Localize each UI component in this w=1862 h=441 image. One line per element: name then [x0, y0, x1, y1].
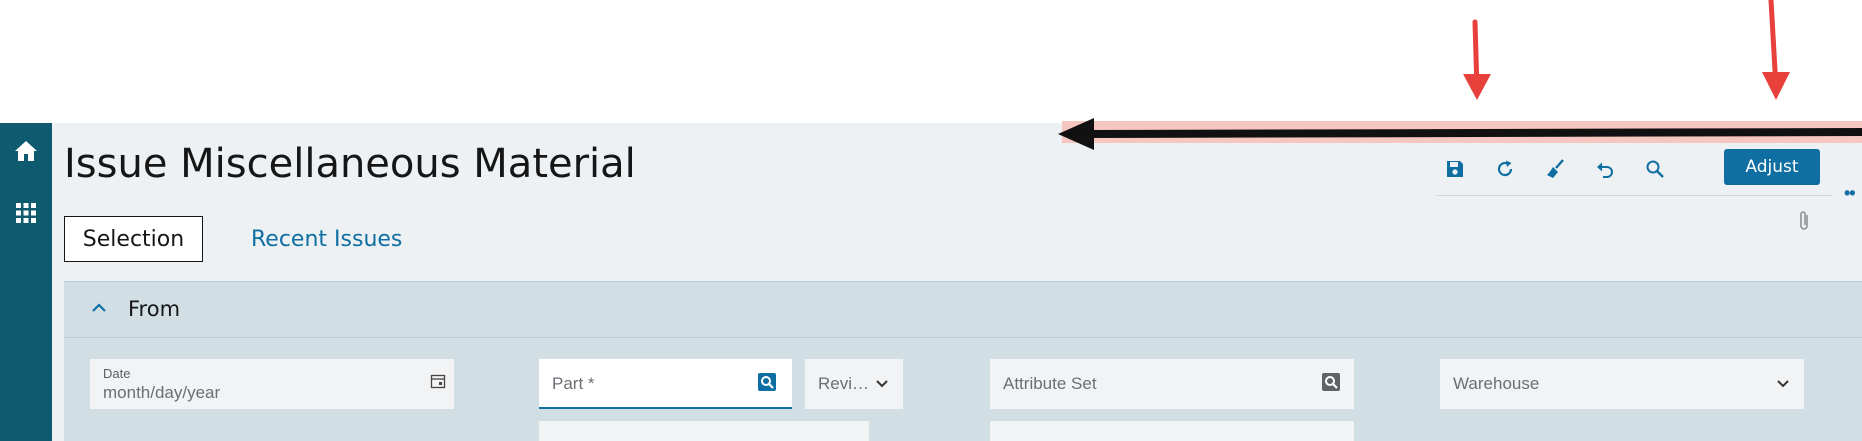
- annotation-arrows: [1058, 0, 1862, 150]
